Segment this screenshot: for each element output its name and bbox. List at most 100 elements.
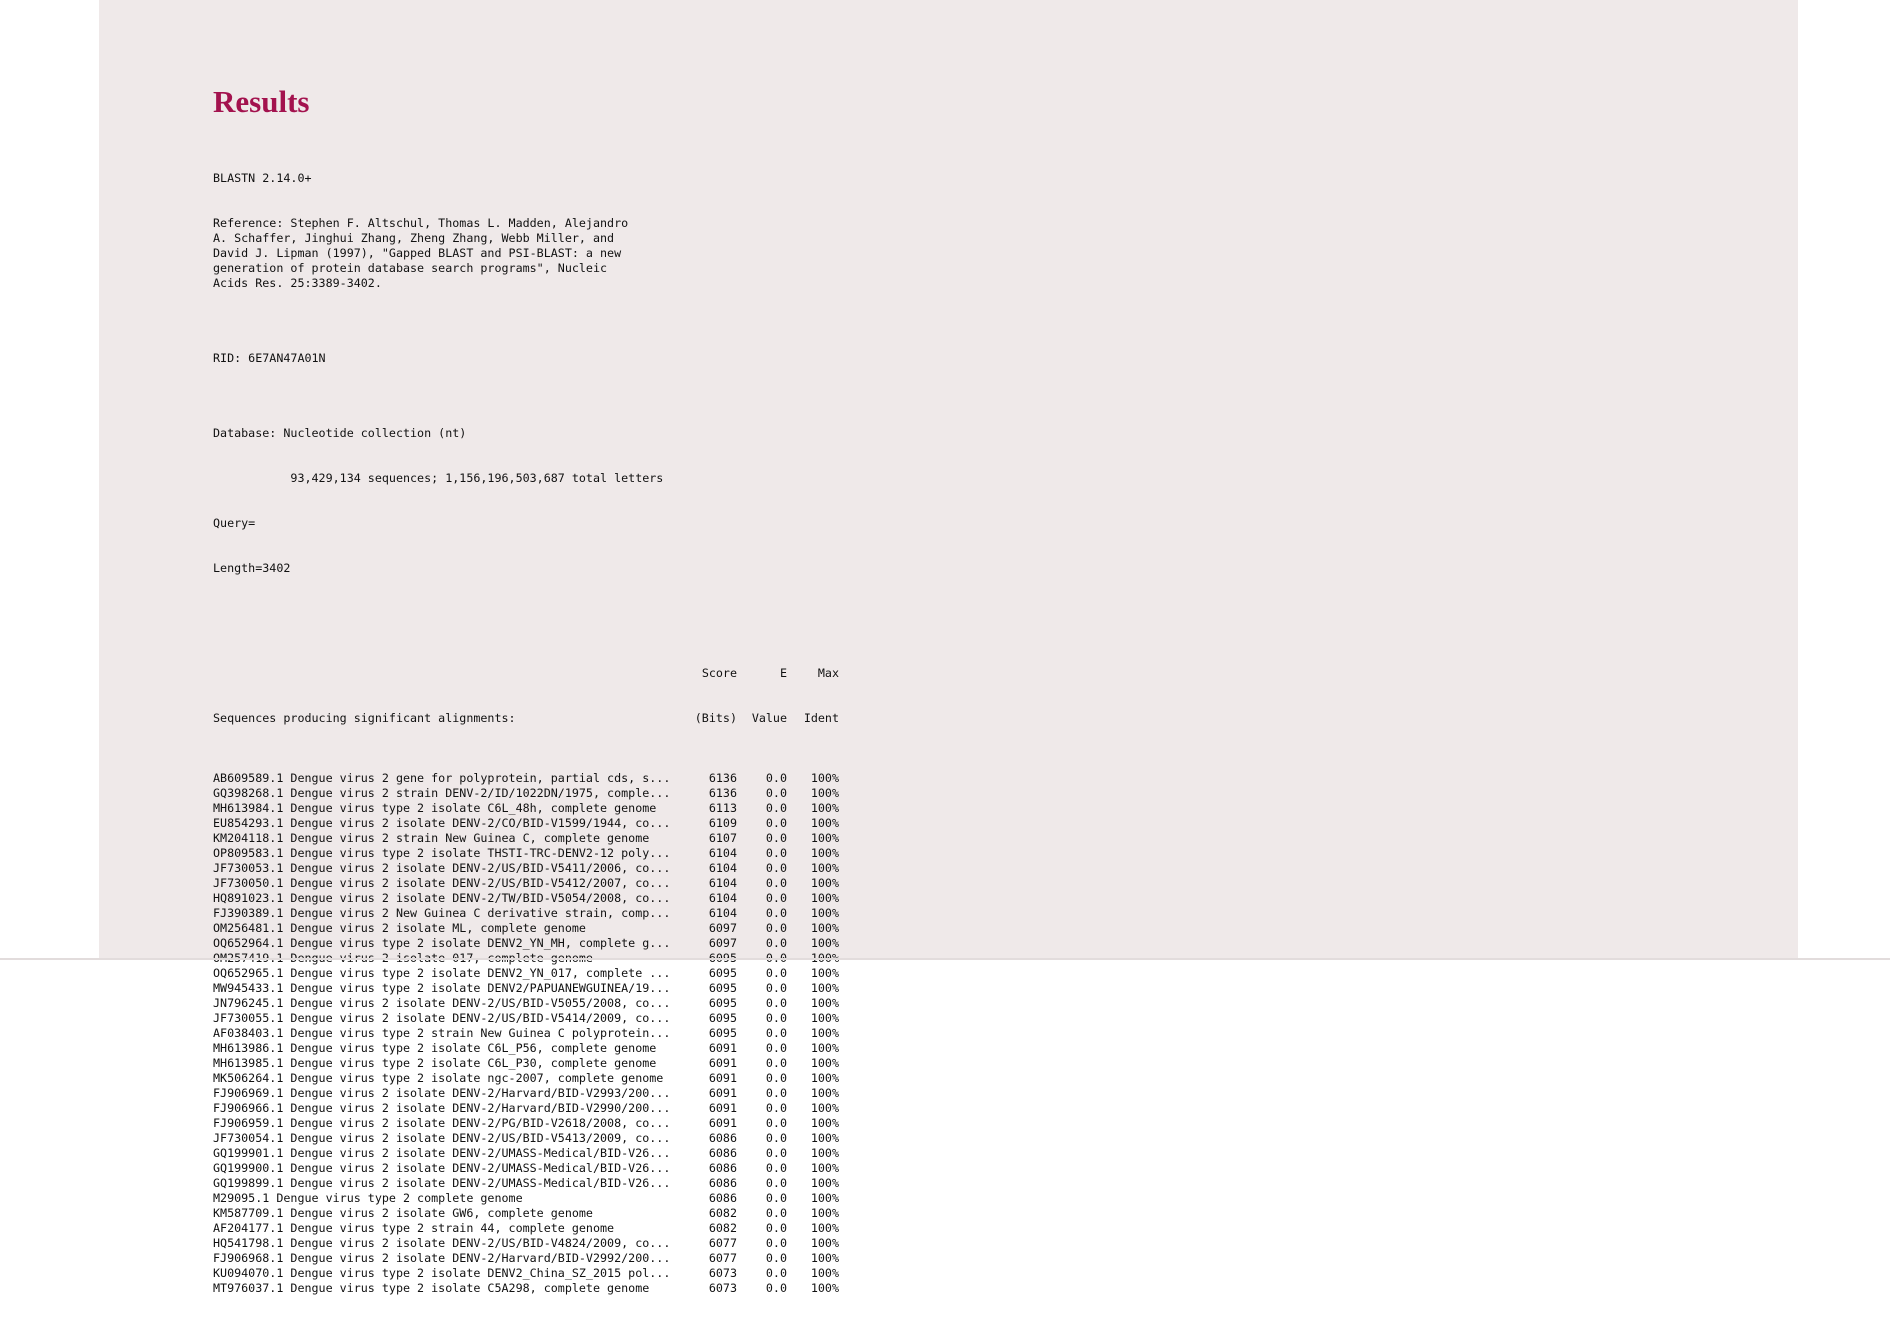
hit-description[interactable]: MH613986.1 Dengue virus type 2 isolate C… bbox=[213, 1041, 685, 1056]
hit-description[interactable]: OQ652964.1 Dengue virus type 2 isolate D… bbox=[213, 936, 685, 951]
hit-description[interactable]: MK506264.1 Dengue virus type 2 isolate n… bbox=[213, 1071, 685, 1086]
hit-score[interactable]: 6095 bbox=[685, 1011, 737, 1026]
hit-score[interactable]: 6104 bbox=[685, 891, 737, 906]
hit-score[interactable]: 6097 bbox=[685, 921, 737, 936]
hit-description[interactable]: OM256481.1 Dengue virus 2 isolate ML, co… bbox=[213, 921, 685, 936]
hit-max-ident: 100% bbox=[810, 846, 839, 860]
hit-description[interactable]: MW945433.1 Dengue virus type 2 isolate D… bbox=[213, 981, 685, 996]
hit-description[interactable]: GQ199900.1 Dengue virus 2 isolate DENV-2… bbox=[213, 1161, 685, 1176]
hit-score[interactable]: 6104 bbox=[685, 861, 737, 876]
hit-description[interactable]: MH613985.1 Dengue virus type 2 isolate C… bbox=[213, 1056, 685, 1071]
hit-description[interactable]: AF204177.1 Dengue virus type 2 strain 44… bbox=[213, 1221, 685, 1236]
table-row: JN796245.1 Dengue virus 2 isolate DENV-2… bbox=[213, 996, 839, 1011]
hit-score[interactable]: 6077 bbox=[685, 1251, 737, 1266]
hit-description[interactable]: M29095.1 Dengue virus type 2 complete ge… bbox=[213, 1191, 685, 1206]
table-row: OP809583.1 Dengue virus type 2 isolate T… bbox=[213, 846, 839, 861]
hit-score[interactable]: 6082 bbox=[685, 1221, 737, 1236]
hit-description[interactable]: HQ541798.1 Dengue virus 2 isolate DENV-2… bbox=[213, 1236, 685, 1251]
hit-max-ident: 100% bbox=[810, 771, 839, 785]
table-row: MH613984.1 Dengue virus type 2 isolate C… bbox=[213, 801, 839, 816]
hit-description[interactable]: KM587709.1 Dengue virus 2 isolate GW6, c… bbox=[213, 1206, 685, 1221]
table-row: JF730054.1 Dengue virus 2 isolate DENV-2… bbox=[213, 1131, 839, 1146]
hit-max-ident: 100% bbox=[810, 966, 839, 980]
hit-score[interactable]: 6104 bbox=[685, 876, 737, 891]
hit-score[interactable]: 6109 bbox=[685, 816, 737, 831]
hit-evalue: 0.0 bbox=[765, 1206, 787, 1220]
hit-score[interactable]: 6073 bbox=[685, 1266, 737, 1281]
hit-score[interactable]: 6095 bbox=[685, 1026, 737, 1041]
hit-score[interactable]: 6095 bbox=[685, 981, 737, 996]
hit-score[interactable]: 6082 bbox=[685, 1206, 737, 1221]
hit-max-ident: 100% bbox=[810, 1056, 839, 1070]
hit-description[interactable]: FJ906959.1 Dengue virus 2 isolate DENV-2… bbox=[213, 1116, 685, 1131]
hit-description[interactable]: GQ199899.1 Dengue virus 2 isolate DENV-2… bbox=[213, 1176, 685, 1191]
hit-score[interactable]: 6086 bbox=[685, 1131, 737, 1146]
hit-score[interactable]: 6091 bbox=[685, 1101, 737, 1116]
hit-score[interactable]: 6095 bbox=[685, 996, 737, 1011]
hit-evalue: 0.0 bbox=[765, 801, 787, 815]
table-row: HQ891023.1 Dengue virus 2 isolate DENV-2… bbox=[213, 891, 839, 906]
table-row: GQ199899.1 Dengue virus 2 isolate DENV-2… bbox=[213, 1176, 839, 1191]
hit-score[interactable]: 6086 bbox=[685, 1176, 737, 1191]
hit-max-ident: 100% bbox=[810, 1131, 839, 1145]
hit-score[interactable]: 6086 bbox=[685, 1191, 737, 1206]
hit-list: AB609589.1 Dengue virus 2 gene for polyp… bbox=[213, 771, 839, 1296]
hit-description[interactable]: JF730050.1 Dengue virus 2 isolate DENV-2… bbox=[213, 876, 685, 891]
hit-score[interactable]: 6091 bbox=[685, 1056, 737, 1071]
hit-score[interactable]: 6086 bbox=[685, 1161, 737, 1176]
hit-description[interactable]: HQ891023.1 Dengue virus 2 isolate DENV-2… bbox=[213, 891, 685, 906]
hit-evalue: 0.0 bbox=[765, 981, 787, 995]
reference-line: generation of protein database search pr… bbox=[213, 261, 608, 275]
alignments-table: Score E Max Sequences producing signific… bbox=[213, 636, 839, 1326]
table-row: FJ906959.1 Dengue virus 2 isolate DENV-2… bbox=[213, 1116, 839, 1131]
hit-score[interactable]: 6107 bbox=[685, 831, 737, 846]
table-row: JF730055.1 Dengue virus 2 isolate DENV-2… bbox=[213, 1011, 839, 1026]
hit-description[interactable]: JF730053.1 Dengue virus 2 isolate DENV-2… bbox=[213, 861, 685, 876]
hit-score[interactable]: 6091 bbox=[685, 1071, 737, 1086]
hit-score[interactable]: 6097 bbox=[685, 936, 737, 951]
hit-score[interactable]: 6073 bbox=[685, 1281, 737, 1296]
hit-description[interactable]: GQ398268.1 Dengue virus 2 strain DENV-2/… bbox=[213, 786, 685, 801]
table-row: M29095.1 Dengue virus type 2 complete ge… bbox=[213, 1191, 839, 1206]
hit-score[interactable]: 6104 bbox=[685, 846, 737, 861]
hit-description[interactable]: JN796245.1 Dengue virus 2 isolate DENV-2… bbox=[213, 996, 685, 1011]
hit-max-ident: 100% bbox=[810, 801, 839, 815]
results-panel: Results BLASTN 2.14.0+ Reference: Stephe… bbox=[99, 0, 1798, 1295]
table-row: GQ199900.1 Dengue virus 2 isolate DENV-2… bbox=[213, 1161, 839, 1176]
hit-description[interactable]: FJ906968.1 Dengue virus 2 isolate DENV-2… bbox=[213, 1251, 685, 1266]
hit-description[interactable]: JF730054.1 Dengue virus 2 isolate DENV-2… bbox=[213, 1131, 685, 1146]
hit-evalue: 0.0 bbox=[765, 1026, 787, 1040]
hit-description[interactable]: GQ199901.1 Dengue virus 2 isolate DENV-2… bbox=[213, 1146, 685, 1161]
hit-description[interactable]: EU854293.1 Dengue virus 2 isolate DENV-2… bbox=[213, 816, 685, 831]
hit-score[interactable]: 6077 bbox=[685, 1236, 737, 1251]
hit-score[interactable]: 6095 bbox=[685, 966, 737, 981]
hit-score[interactable]: 6136 bbox=[685, 771, 737, 786]
hit-description[interactable]: OP809583.1 Dengue virus type 2 isolate T… bbox=[213, 846, 685, 861]
table-row: HQ541798.1 Dengue virus 2 isolate DENV-2… bbox=[213, 1236, 839, 1251]
hit-description[interactable]: KM204118.1 Dengue virus 2 strain New Gui… bbox=[213, 831, 685, 846]
hit-score[interactable]: 6091 bbox=[685, 1041, 737, 1056]
table-row: OQ652965.1 Dengue virus type 2 isolate D… bbox=[213, 966, 839, 981]
hit-description[interactable]: JF730055.1 Dengue virus 2 isolate DENV-2… bbox=[213, 1011, 685, 1026]
hit-evalue: 0.0 bbox=[765, 876, 787, 890]
hit-evalue: 0.0 bbox=[765, 846, 787, 860]
hit-description[interactable]: MH613984.1 Dengue virus type 2 isolate C… bbox=[213, 801, 685, 816]
hit-max-ident: 100% bbox=[810, 1071, 839, 1085]
hit-description[interactable]: AF038403.1 Dengue virus type 2 strain Ne… bbox=[213, 1026, 685, 1041]
hit-score[interactable]: 6113 bbox=[685, 801, 737, 816]
hit-score[interactable]: 6091 bbox=[685, 1116, 737, 1131]
hit-score[interactable]: 6091 bbox=[685, 1086, 737, 1101]
hit-description[interactable]: MT976037.1 Dengue virus type 2 isolate C… bbox=[213, 1281, 685, 1296]
hit-evalue: 0.0 bbox=[765, 1101, 787, 1115]
hit-description[interactable]: KU094070.1 Dengue virus type 2 isolate D… bbox=[213, 1266, 685, 1281]
hit-evalue: 0.0 bbox=[765, 936, 787, 950]
hit-score[interactable]: 6086 bbox=[685, 1146, 737, 1161]
table-row: EU854293.1 Dengue virus 2 isolate DENV-2… bbox=[213, 816, 839, 831]
hit-description[interactable]: FJ906966.1 Dengue virus 2 isolate DENV-2… bbox=[213, 1101, 685, 1116]
hit-description[interactable]: FJ906969.1 Dengue virus 2 isolate DENV-2… bbox=[213, 1086, 685, 1101]
hit-description[interactable]: OQ652965.1 Dengue virus type 2 isolate D… bbox=[213, 966, 685, 981]
hit-description[interactable]: AB609589.1 Dengue virus 2 gene for polyp… bbox=[213, 771, 685, 786]
hit-score[interactable]: 6136 bbox=[685, 786, 737, 801]
hit-score[interactable]: 6104 bbox=[685, 906, 737, 921]
hit-description[interactable]: FJ390389.1 Dengue virus 2 New Guinea C d… bbox=[213, 906, 685, 921]
